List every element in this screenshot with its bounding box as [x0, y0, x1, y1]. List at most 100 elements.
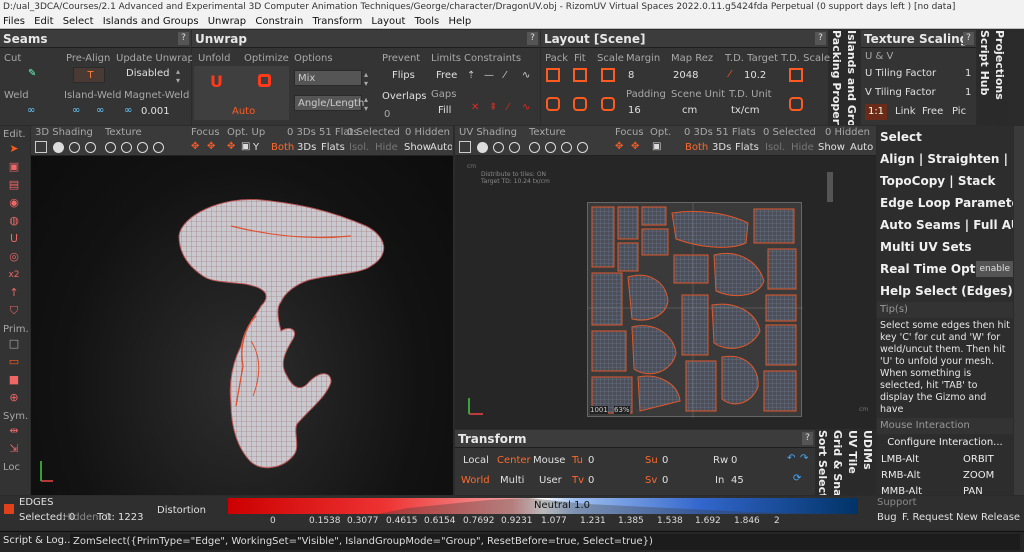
ratio-button[interactable]: 1:1	[865, 104, 887, 120]
hide-3d-button[interactable]: Hide	[375, 142, 398, 153]
flips-button[interactable]: Flips	[392, 70, 415, 81]
menu-islands[interactable]: Islands and Groups	[103, 16, 199, 27]
udims-tab[interactable]: Sort Select	[816, 430, 830, 495]
in-value[interactable]: 45	[731, 475, 744, 486]
menu-select[interactable]: Select	[63, 16, 94, 27]
focus-uv-icon[interactable]: ✥	[615, 141, 623, 152]
uv-viewcube-icon[interactable]	[827, 172, 833, 202]
uv-wireframe-icon[interactable]	[459, 141, 471, 153]
script-log-button[interactable]: Script & Log...	[3, 535, 74, 546]
help-select-section[interactable]: Help Select (Edges)	[877, 280, 1013, 302]
projections-tab[interactable]: Projections	[993, 30, 1007, 125]
symmetry-icon[interactable]: ⇹	[7, 424, 21, 438]
mix-spinner-icon[interactable]: ▴ ▾	[364, 70, 368, 88]
uv-texture-sphere-icon[interactable]	[529, 142, 540, 153]
select-section[interactable]: Select	[877, 126, 1013, 148]
camera-icon[interactable]: ▣	[241, 141, 250, 152]
menu-transform[interactable]: Transform	[312, 16, 362, 27]
user-button[interactable]: User	[539, 475, 562, 486]
rw-value[interactable]: 0	[731, 455, 737, 466]
center-button[interactable]: Center	[497, 455, 531, 466]
both-3d-button[interactable]: Both	[271, 142, 294, 153]
uv-islands[interactable]	[588, 203, 803, 418]
magnet-weld-icon[interactable]: ∞	[124, 105, 132, 116]
scene-unit-value[interactable]: cm	[682, 105, 697, 116]
prim-edge-icon[interactable]: ▭	[7, 355, 21, 369]
viewport-uv[interactable]: UV Shading Texture Focus Opt. 0 3Ds 51 F…	[455, 126, 876, 429]
td-scale-icon[interactable]	[789, 68, 803, 82]
rotate-ccw-icon[interactable]: ↶	[787, 453, 795, 464]
auto-3d-button[interactable]: Auto	[430, 142, 452, 153]
shield-icon[interactable]: ⛉	[7, 304, 21, 318]
pack-group-icon[interactable]	[546, 97, 560, 111]
fit-icon[interactable]	[573, 68, 587, 82]
rotate-free-icon[interactable]: ⟳	[793, 473, 801, 484]
isol-3d-button[interactable]: Isol.	[349, 142, 369, 153]
scale-icon[interactable]	[601, 68, 615, 82]
grid-snap-tab[interactable]: UV Tile	[846, 430, 860, 495]
3ds-uv-button[interactable]: 3Ds	[712, 142, 731, 153]
pin-icon[interactable]: ⇡	[467, 70, 475, 81]
line-red-icon[interactable]: ⁄	[507, 102, 509, 113]
fit-group-icon[interactable]	[573, 97, 587, 111]
rotate-cw-icon[interactable]: ↷	[800, 453, 808, 464]
td-picker-icon[interactable]: ⁄	[729, 69, 731, 80]
optimize-icon[interactable]	[258, 74, 271, 87]
tu-value[interactable]: 0	[588, 455, 594, 466]
texture-off-icon[interactable]	[153, 142, 164, 153]
dragon-mesh[interactable]	[31, 156, 453, 495]
padding-value[interactable]: 16	[628, 105, 641, 116]
weld-icon[interactable]: ∞	[27, 105, 35, 116]
menu-constrain[interactable]: Constrain	[255, 16, 303, 27]
texture-sphere-icon[interactable]	[105, 142, 116, 153]
island-mode-icon[interactable]: ◍	[7, 214, 21, 228]
texture-color-icon[interactable]	[137, 142, 148, 153]
angle-spinner-icon[interactable]: ▴ ▾	[364, 95, 368, 113]
overlaps-value[interactable]: 0	[384, 109, 390, 120]
multi-button[interactable]: Multi	[500, 475, 524, 486]
magnet-icon[interactable]: U	[7, 232, 21, 246]
pin-red-icon[interactable]: ⇞	[489, 102, 497, 113]
layout-help-button[interactable]: ?	[815, 32, 826, 45]
face-mode-icon[interactable]: ◉	[7, 196, 21, 210]
prim-vertex-icon[interactable]: □	[7, 337, 21, 351]
select-arrow-icon[interactable]: ➤	[7, 142, 21, 156]
menu-help[interactable]: Help	[448, 16, 471, 27]
shade-checker-icon[interactable]	[85, 142, 96, 153]
fill-button[interactable]: Fill	[438, 105, 451, 116]
u-tiling-value[interactable]: 1	[965, 68, 971, 79]
unfold-icon[interactable]: U	[210, 72, 223, 91]
prim-face-icon[interactable]: ■	[7, 373, 21, 387]
mix-select[interactable]: Mix	[294, 70, 362, 86]
menu-tools[interactable]: Tools	[415, 16, 440, 27]
menu-unwrap[interactable]: Unwrap	[208, 16, 246, 27]
island-weld-icon[interactable]: ∞	[72, 105, 80, 116]
show-3d-button[interactable]: Show	[404, 142, 431, 153]
curve-constraint-icon[interactable]: ∿	[522, 70, 530, 81]
configure-interaction-button[interactable]: Configure Interaction...	[877, 434, 1013, 452]
island-weld-group-icon[interactable]: ∞	[96, 105, 104, 116]
3ds-3d-button[interactable]: 3Ds	[297, 142, 316, 153]
script-hub-tab[interactable]: Script Hub	[978, 30, 992, 125]
wireframe-toggle-icon[interactable]	[35, 141, 47, 153]
uv-texture-color-icon[interactable]	[561, 142, 572, 153]
seams-help-button[interactable]: ?	[178, 32, 189, 45]
new-release-link[interactable]: New Release	[956, 512, 1020, 523]
auto-uv-button[interactable]: Auto	[850, 142, 873, 153]
td-scale-group-icon[interactable]	[789, 97, 803, 111]
flats-3d-button[interactable]: Flats	[321, 142, 345, 153]
symmetry-plane-icon[interactable]: ⇲	[7, 442, 21, 456]
uv-tile-1001[interactable]: 1001 63%	[587, 202, 803, 418]
prealign-toggle[interactable]: T	[73, 67, 105, 83]
topocopy-section[interactable]: TopoCopy | Stack	[877, 170, 1013, 192]
uv-shade-wire-icon[interactable]	[493, 142, 504, 153]
map-rez-value[interactable]: 2048	[673, 70, 698, 81]
td-target-value[interactable]: 10.2	[744, 70, 766, 81]
hide-uv-button[interactable]: Hide	[791, 142, 814, 153]
update-spinner-icon[interactable]: ▴ ▾	[176, 67, 180, 85]
prim-island-icon[interactable]: ⊕	[7, 391, 21, 405]
update-unwrap-select[interactable]: Disabled	[126, 68, 169, 79]
uv-texture-grid-icon[interactable]	[545, 142, 556, 153]
margin-value[interactable]: 8	[628, 70, 634, 81]
uv-shade-checker-icon[interactable]	[509, 142, 520, 153]
